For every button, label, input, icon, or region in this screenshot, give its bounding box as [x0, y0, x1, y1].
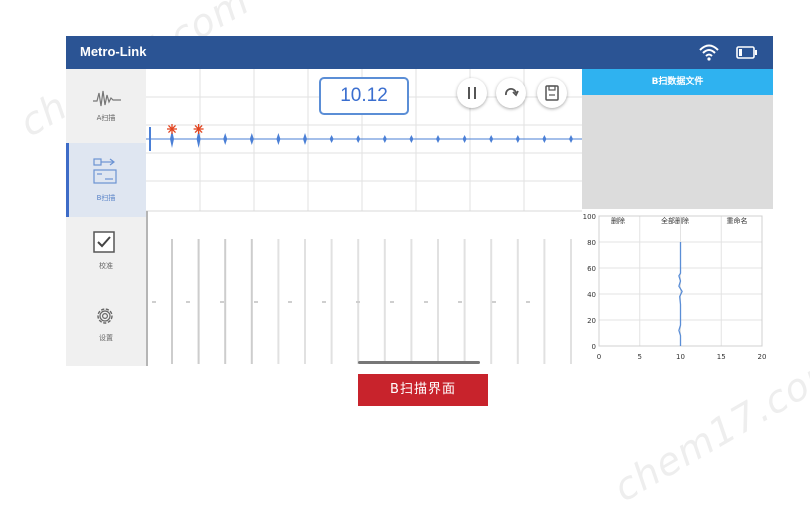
sidebar-item-label: 校准 — [99, 262, 113, 270]
echo-pulse — [382, 135, 387, 143]
refresh-button[interactable] — [496, 78, 526, 108]
bscan-speck — [526, 301, 530, 303]
file-panel: B扫数据文件 删除 全部删除 重命名 0 5 10 15 20 0 20 40 60 80 100 — [582, 69, 773, 366]
echo-pulse — [436, 135, 440, 143]
bscan-column — [543, 239, 546, 364]
echo-pulse — [356, 135, 361, 143]
echo-pulse — [303, 133, 307, 145]
bscan-column — [463, 239, 466, 364]
value-display: 10.12 — [319, 77, 409, 115]
file-panel-title: B扫数据文件 — [582, 69, 773, 95]
echo-pulse — [409, 135, 414, 143]
waveform-icon — [93, 90, 121, 107]
sidebar-item-label: 设置 — [99, 334, 113, 342]
y-tick-label: 20 — [587, 317, 596, 325]
echo-pulse — [569, 135, 573, 143]
title-bar: Metro-Link — [66, 36, 773, 69]
bscan-column — [171, 239, 173, 364]
x-tick-label: 15 — [717, 353, 726, 361]
gear-icon — [97, 308, 113, 324]
sidebar-item-label: A扫描 — [96, 114, 116, 122]
caption-banner: B扫描界面 — [358, 374, 488, 406]
echo-pulse — [542, 135, 547, 143]
y-tick-label: 60 — [587, 265, 596, 273]
x-tick-label: 5 — [638, 353, 642, 361]
sidebar-item-bscan[interactable]: B扫描 — [66, 143, 146, 217]
bscan-column — [304, 239, 306, 364]
profile-chart: 0 5 10 15 20 0 20 40 60 80 100 — [582, 212, 773, 366]
y-tick-label: 40 — [587, 291, 596, 299]
wifi-icon — [699, 44, 719, 61]
bscan-column — [197, 239, 200, 364]
echo-pulse — [462, 135, 467, 143]
app-title: Metro-Link — [80, 44, 147, 59]
bscan-speck — [322, 301, 326, 303]
bscan-speck — [356, 301, 360, 303]
echo-pulse — [249, 133, 254, 145]
bscan-column — [570, 239, 572, 364]
x-tick-label: 10 — [676, 353, 685, 361]
bscan-column — [330, 239, 333, 364]
bscan-column — [277, 239, 280, 364]
y-tick-label: 100 — [583, 213, 596, 221]
bscan-speck — [220, 301, 224, 303]
bscan-speck — [186, 301, 190, 303]
bscan-column — [383, 239, 386, 364]
y-tick-label: 80 — [587, 239, 596, 247]
save-button[interactable] — [537, 78, 567, 108]
echo-pulse — [489, 135, 494, 143]
echo-marker — [193, 124, 204, 134]
bscan-speck — [492, 301, 496, 303]
bscan-speck — [288, 301, 292, 303]
bscan-column — [410, 239, 413, 364]
bscan-column — [224, 239, 227, 364]
pause-icon — [468, 87, 476, 99]
battery-icon — [736, 46, 757, 59]
sidebar: A扫描 B扫描 校准 设置 — [66, 69, 146, 366]
bscan-column — [146, 211, 148, 366]
bscan-column — [437, 239, 439, 364]
scan-plot-area[interactable]: 10.12 — [146, 69, 582, 366]
bscan-speck — [390, 301, 394, 303]
sidebar-item-calibrate[interactable]: 校准 — [66, 217, 146, 291]
home-indicator[interactable] — [358, 361, 480, 364]
y-tick-label: 0 — [592, 343, 596, 351]
bscan-speck — [424, 301, 428, 303]
sidebar-item-settings[interactable]: 设置 — [66, 291, 146, 365]
echo-marker — [167, 124, 177, 134]
watermark: chem17.com — [606, 343, 810, 511]
refresh-icon — [505, 88, 519, 97]
x-tick-label: 20 — [758, 353, 767, 361]
bscan-speck — [152, 301, 156, 303]
bscan-speck — [254, 301, 258, 303]
sidebar-item-label: B扫描 — [96, 194, 116, 202]
echo-pulse — [223, 133, 228, 145]
echo-pulse — [329, 135, 334, 143]
save-icon — [545, 85, 559, 101]
bscan-column — [516, 239, 519, 364]
file-list[interactable]: 删除 全部删除 重命名 — [582, 95, 773, 225]
profile-chart-svg: 0 5 10 15 20 0 20 40 60 80 100 — [583, 213, 767, 361]
checkbox-icon — [93, 231, 115, 253]
sidebar-item-ascan[interactable]: A扫描 — [66, 69, 146, 143]
bscan-column — [490, 239, 493, 364]
bscan-column — [250, 239, 253, 364]
pause-button[interactable] — [457, 78, 487, 108]
bscan-speck — [458, 301, 462, 303]
x-tick-label: 0 — [597, 353, 601, 361]
echo-pulse — [515, 135, 520, 143]
echo-pulse — [276, 133, 281, 145]
device-screen: Metro-Link A扫描 B扫描 校准 设置 10.12 B扫数据文件 删除… — [66, 36, 773, 366]
bscan-icon — [93, 158, 117, 184]
